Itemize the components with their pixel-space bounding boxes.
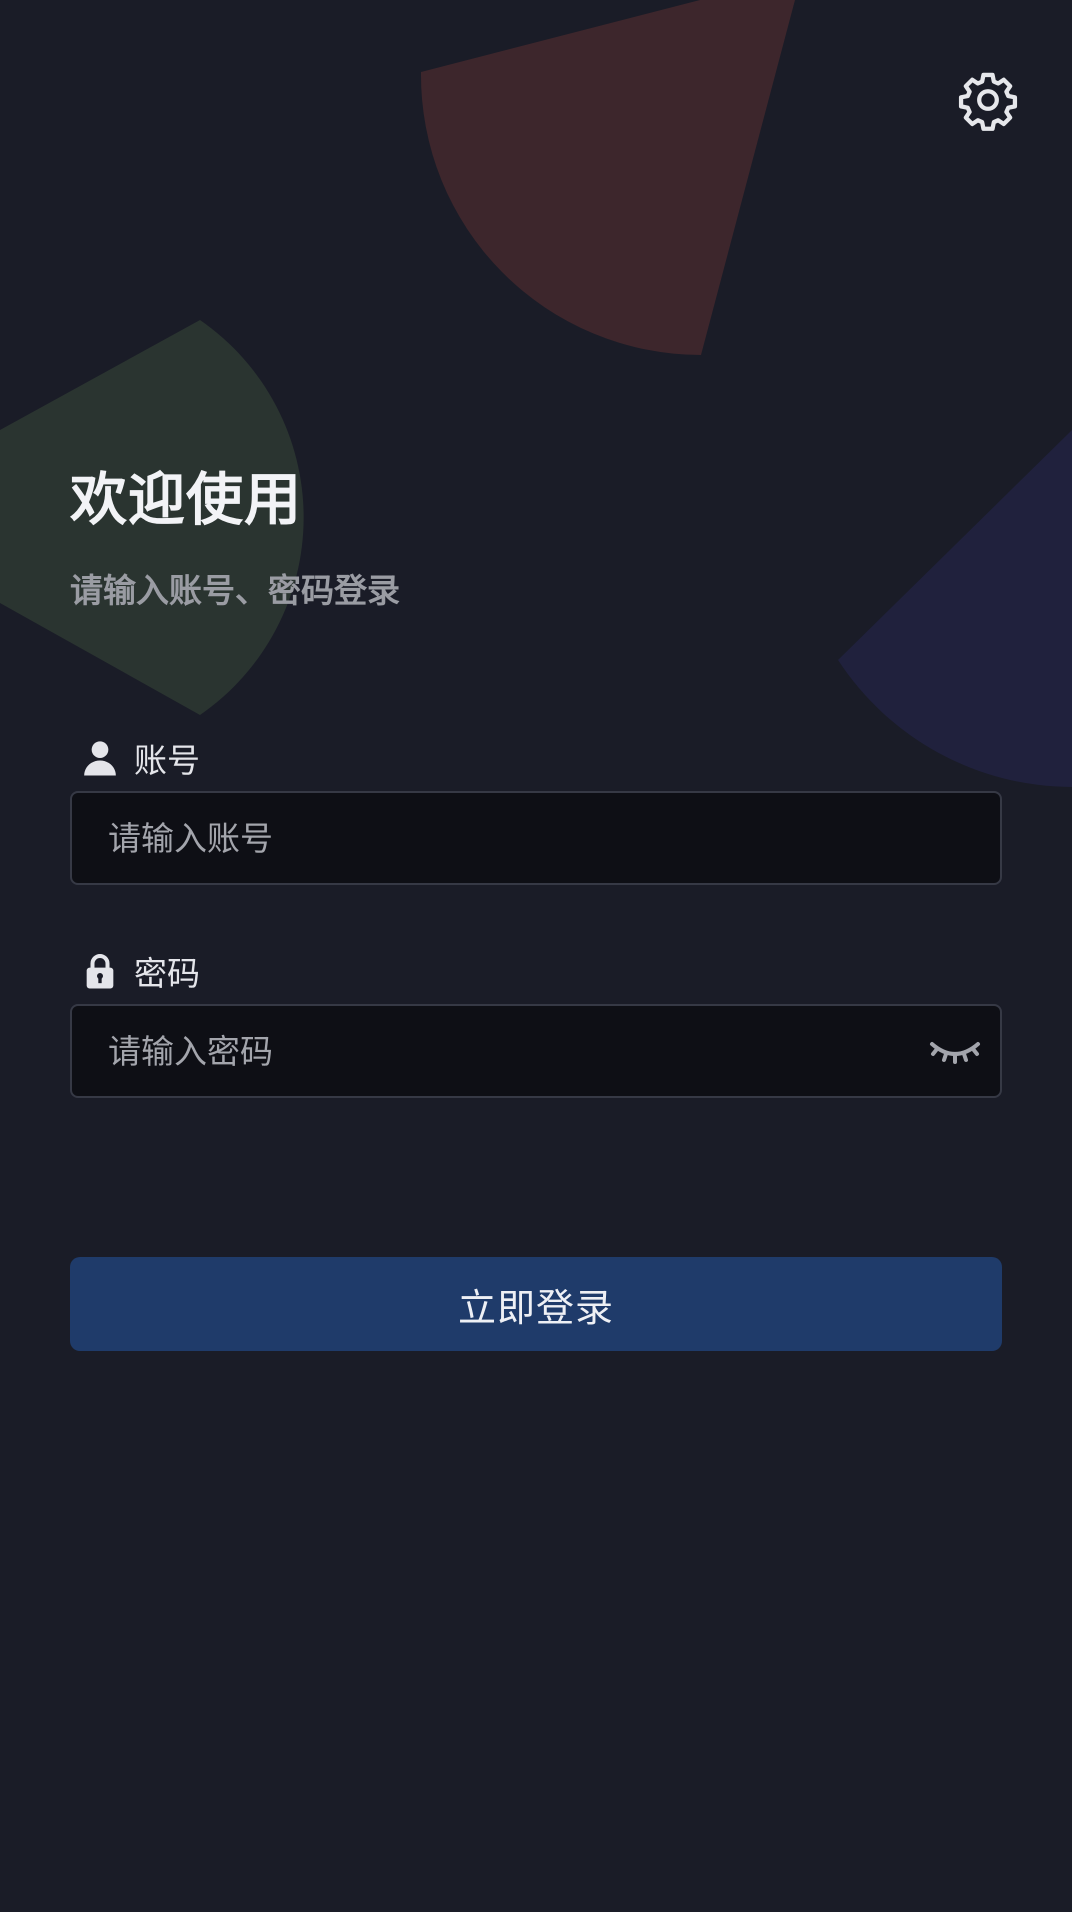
decor-blue-wedge bbox=[838, 430, 1072, 787]
password-input[interactable] bbox=[108, 1006, 928, 1096]
account-label: 账号 bbox=[80, 733, 200, 783]
login-button[interactable]: 立即登录 bbox=[70, 1257, 1002, 1351]
account-input[interactable] bbox=[108, 793, 928, 883]
toggle-password-visibility[interactable] bbox=[928, 1030, 982, 1070]
page-title: 欢迎使用 bbox=[70, 467, 302, 533]
account-label-text: 账号 bbox=[134, 741, 200, 780]
password-label: 密码 bbox=[80, 946, 200, 996]
password-field[interactable] bbox=[70, 1004, 1002, 1098]
page-subtitle: 请输入账号、密码登录 bbox=[70, 571, 400, 610]
user-icon bbox=[80, 738, 120, 778]
lock-icon bbox=[80, 951, 120, 991]
decor-red-wedge bbox=[420, 0, 795, 355]
account-field[interactable] bbox=[70, 791, 1002, 885]
settings-button[interactable] bbox=[956, 68, 1020, 132]
eye-closed-icon bbox=[930, 1042, 980, 1064]
password-label-text: 密码 bbox=[134, 954, 200, 993]
gear-icon bbox=[958, 72, 1018, 131]
